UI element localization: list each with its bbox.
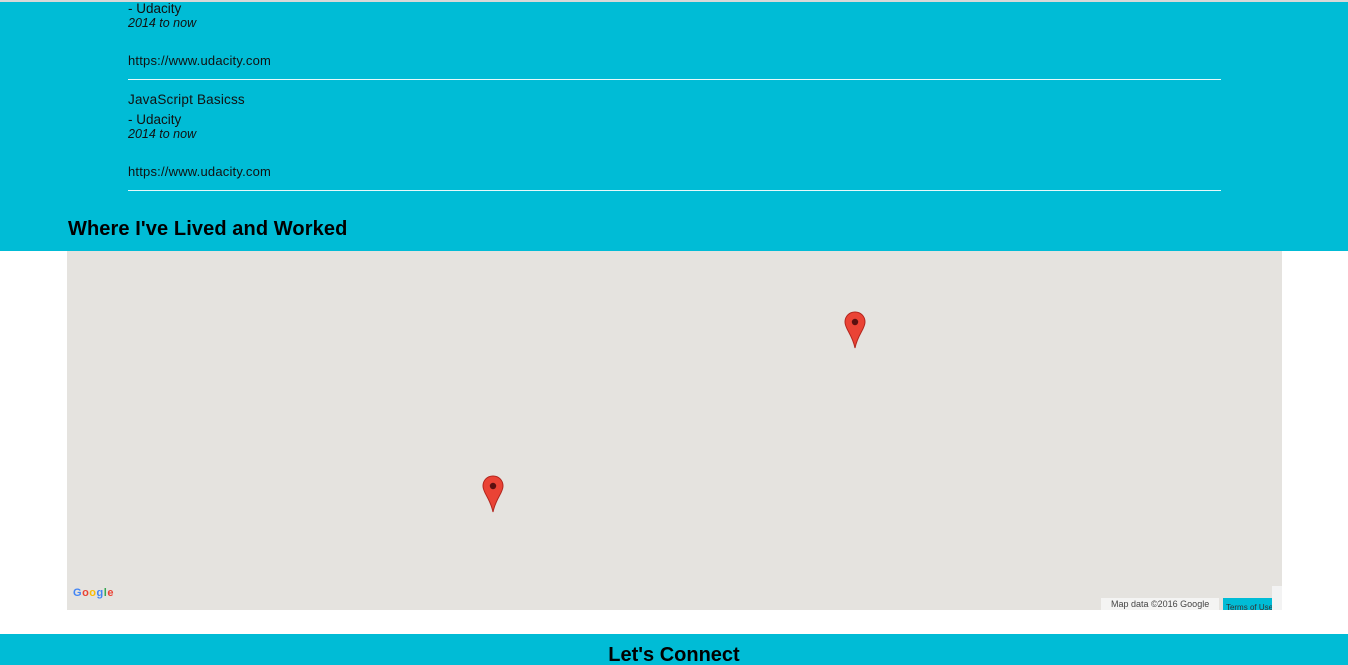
course-divider (128, 79, 1221, 80)
course-school: - Udacity (128, 1, 182, 16)
map-pin-icon[interactable] (482, 475, 504, 515)
google-logo-letter: G (73, 587, 83, 599)
course-dates: 2014 to now (128, 16, 197, 30)
course-school: - Udacity (128, 112, 182, 127)
course-url-link[interactable]: https://www.udacity.com (128, 53, 271, 68)
connect-section: Let's Connect (0, 634, 1348, 665)
google-logo-letter: e (107, 587, 114, 599)
course-url-link[interactable]: https://www.udacity.com (128, 164, 271, 179)
course-title: JavaScript Basicss (128, 92, 245, 107)
course-dates: 2014 to now (128, 127, 197, 141)
course-divider (128, 190, 1221, 191)
map-attribution: Map data ©2016 Google (1101, 598, 1220, 610)
map-canvas[interactable]: Google Map data ©2016 Google Terms of Us… (67, 251, 1282, 610)
map-pin-icon[interactable] (844, 311, 866, 351)
google-logo-letter: g (96, 587, 104, 599)
connect-heading: Let's Connect (608, 644, 740, 665)
education-section: - Udacity 2014 to now https://www.udacit… (0, 0, 1348, 251)
terms-of-use-link[interactable]: Terms of Use (1223, 598, 1276, 610)
google-logo-icon[interactable]: Google (73, 587, 114, 599)
map-control-edge (1272, 586, 1282, 610)
google-logo-letter: o (89, 587, 97, 599)
online-course-2: JavaScript Basicss - Udacity 2014 to now… (128, 92, 1221, 192)
map-section-heading: Where I've Lived and Worked (68, 218, 348, 240)
online-course-1: - Udacity 2014 to now https://www.udacit… (128, 1, 1221, 82)
